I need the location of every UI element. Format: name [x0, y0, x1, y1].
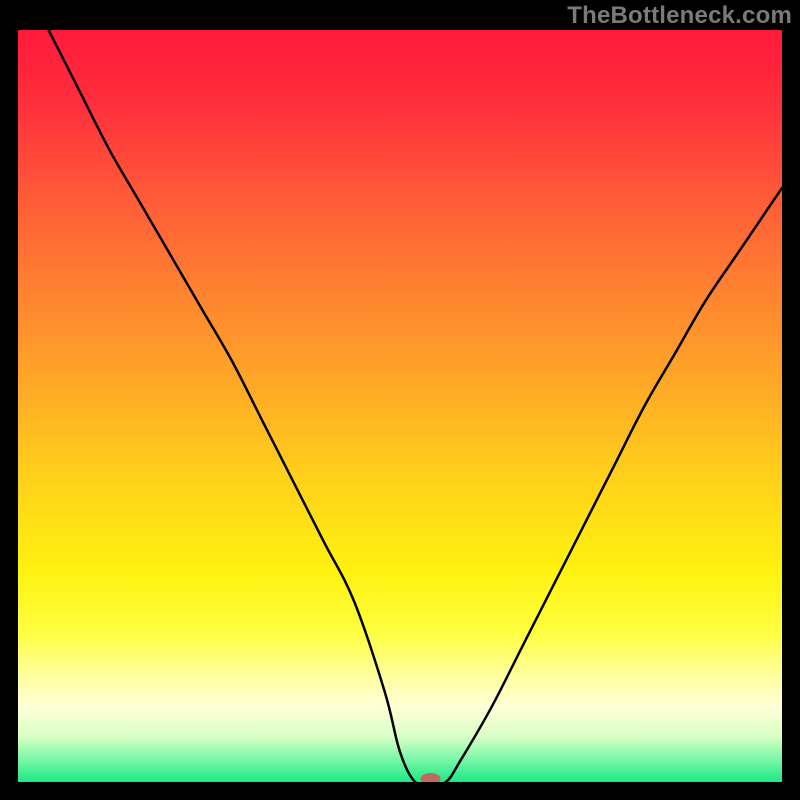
watermark-text: TheBottleneck.com [567, 2, 792, 30]
chart-background [18, 30, 782, 782]
chart-plot-area [18, 30, 782, 782]
chart-svg [18, 30, 782, 782]
chart-frame: TheBottleneck.com [0, 0, 800, 800]
